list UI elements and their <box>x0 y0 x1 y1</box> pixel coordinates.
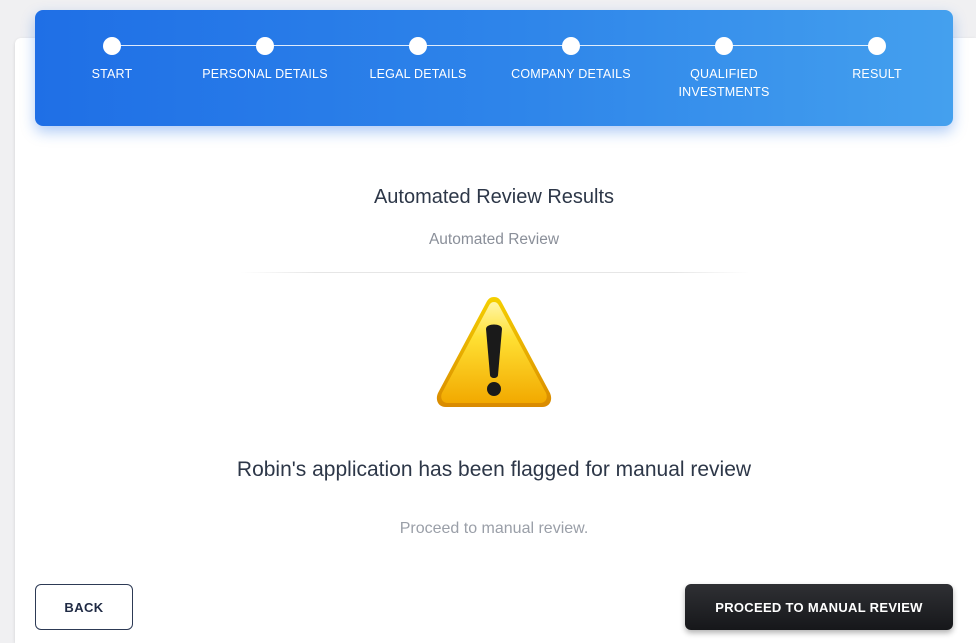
step-label: RESULT <box>852 67 902 81</box>
step-dot <box>715 37 733 55</box>
step-result[interactable]: RESULT <box>807 37 947 83</box>
proceed-to-manual-review-button[interactable]: PROCEED TO MANUAL REVIEW <box>685 584 953 630</box>
step-label: PERSONAL DETAILS <box>202 67 328 81</box>
step-dot <box>409 37 427 55</box>
step-start[interactable]: START <box>42 37 182 83</box>
step-legal-details[interactable]: LEGAL DETAILS <box>348 37 488 83</box>
flag-message: Robin's application has been flagged for… <box>236 458 752 481</box>
step-dot <box>103 37 121 55</box>
step-label: LEGAL DETAILS <box>369 67 467 81</box>
step-dot <box>562 37 580 55</box>
step-label: START <box>91 67 133 81</box>
step-label: COMPANY DETAILS <box>511 67 631 81</box>
review-title: Automated Review Results <box>373 186 615 208</box>
step-company-details[interactable]: COMPANY DETAILS <box>501 37 641 83</box>
step-dot <box>868 37 886 55</box>
warning-icon <box>434 293 554 411</box>
step-label: QUALIFIED INVESTMENTS <box>678 67 770 99</box>
progress-stepper: START PERSONAL DETAILS LEGAL DETAILS COM… <box>35 10 953 126</box>
divider <box>240 272 750 273</box>
review-subtitle: Automated Review <box>428 231 560 248</box>
step-personal-details[interactable]: PERSONAL DETAILS <box>195 37 335 83</box>
proceed-hint: Proceed to manual review. <box>399 520 589 537</box>
step-dot <box>256 37 274 55</box>
back-button[interactable]: BACK <box>35 584 133 630</box>
step-qualified-investments[interactable]: QUALIFIED INVESTMENTS <box>669 37 779 101</box>
